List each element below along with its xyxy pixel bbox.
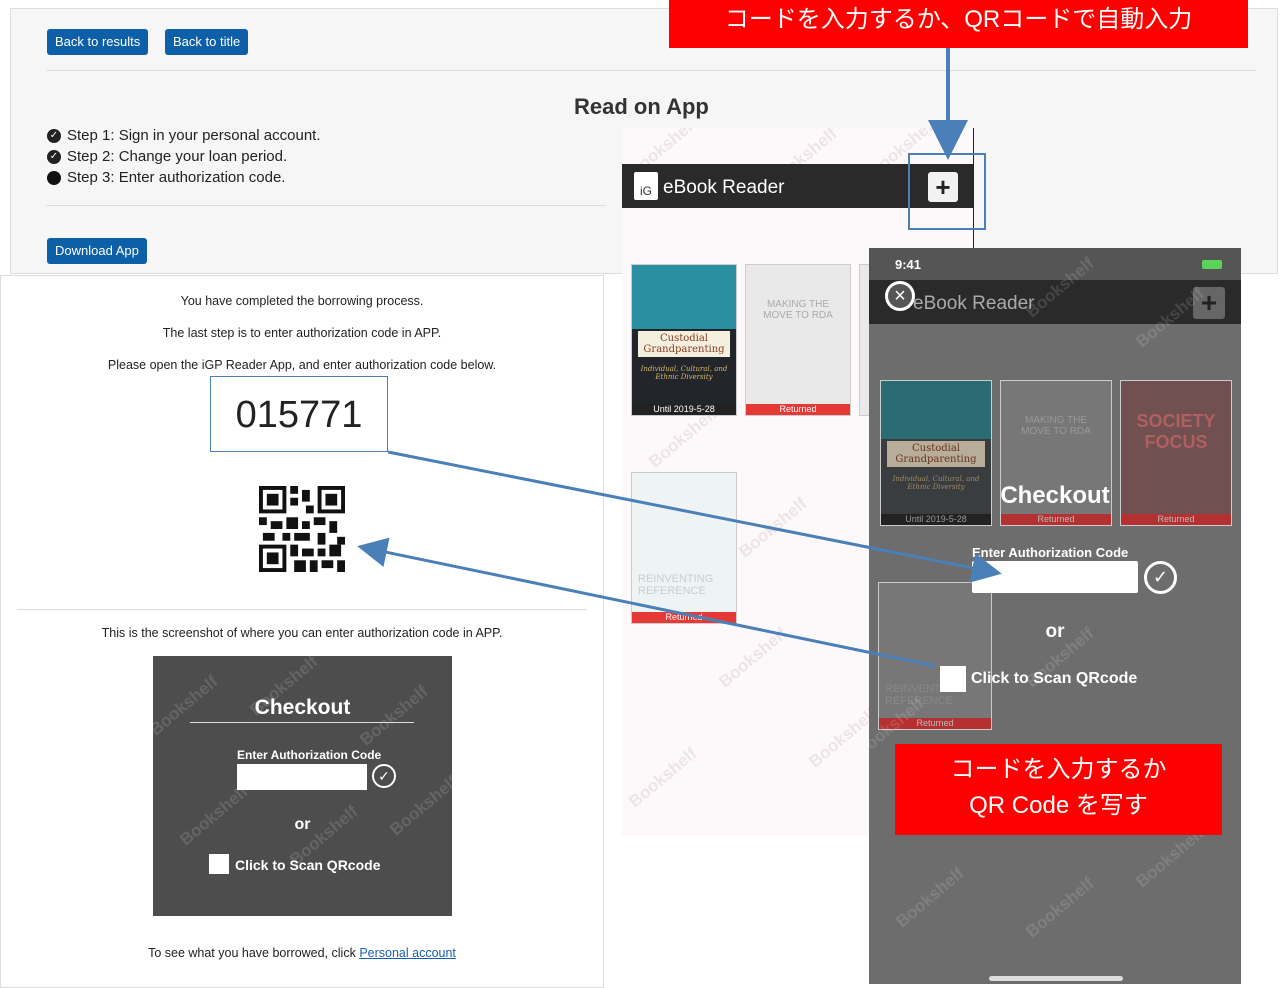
arrow-scan-to-qr [357,537,936,668]
annotation-top: コードを入力するか、QRコードで自動入力 [669,0,1248,48]
annotation-bottom-line1: コードを入力するか [950,756,1167,783]
annotation-bottom: コードを入力するか QR Code を写す [895,744,1222,835]
annotation-bottom-line2: QR Code を写す [969,792,1148,819]
arrow-code-to-input [387,450,1002,583]
annotation-arrows [357,48,1002,668]
